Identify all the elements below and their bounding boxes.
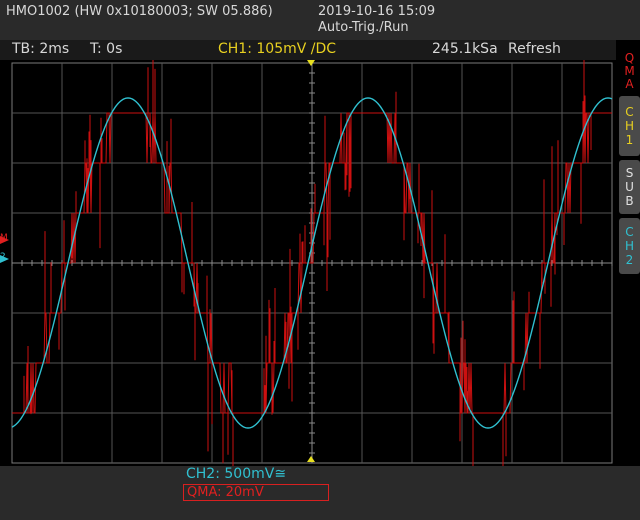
info-bar: TB: 2ms T: 0s CH1: 105mV /DC 245.1kSa Re… xyxy=(0,40,616,60)
datetime: 2019-10-16 15:09 xyxy=(318,4,436,19)
trigger-mode: Auto-Trig./Run xyxy=(318,20,409,35)
ch1-offset-marker[interactable]: M xyxy=(0,233,9,244)
trigger-time-label[interactable]: T: 0s xyxy=(90,41,122,57)
qma-label: QMA xyxy=(622,50,637,90)
timebase-label[interactable]: TB: 2ms xyxy=(12,41,69,57)
device-info: HMO1002 (HW 0x10180003; SW 05.886) xyxy=(6,4,273,19)
ch2-setting-label[interactable]: CH2: 500mV≅ xyxy=(186,466,286,482)
title-bar: HMO1002 (HW 0x10180003; SW 05.886) 2019-… xyxy=(0,0,640,40)
trigger-position-marker-bottom[interactable] xyxy=(307,456,315,462)
ch2-marker-label: 2 xyxy=(0,252,6,262)
acquisition-mode-label[interactable]: Refresh xyxy=(508,41,561,57)
sample-rate-label: 245.1kSa xyxy=(432,41,498,57)
ch2-button[interactable]: CH2 xyxy=(619,218,640,274)
qma-setting-label: QMA: 20mV xyxy=(187,485,264,500)
sub-button[interactable]: SUB xyxy=(619,160,640,214)
m-marker-label: M xyxy=(0,233,8,243)
ch1-side-label: CH1 xyxy=(622,105,637,147)
waveform-display[interactable]: M 2 xyxy=(0,60,616,468)
ch1-setting-label[interactable]: CH1: 105mV /DC xyxy=(218,41,336,57)
ch1-button[interactable]: CH1 xyxy=(619,96,640,156)
qma-setting-box[interactable]: QMA: 20mV xyxy=(183,484,329,501)
sub-side-label: SUB xyxy=(622,166,637,208)
ch2-side-label: CH2 xyxy=(622,225,637,267)
qma-button[interactable]: QMA xyxy=(619,48,640,92)
ch2-offset-marker[interactable]: 2 xyxy=(0,252,9,263)
